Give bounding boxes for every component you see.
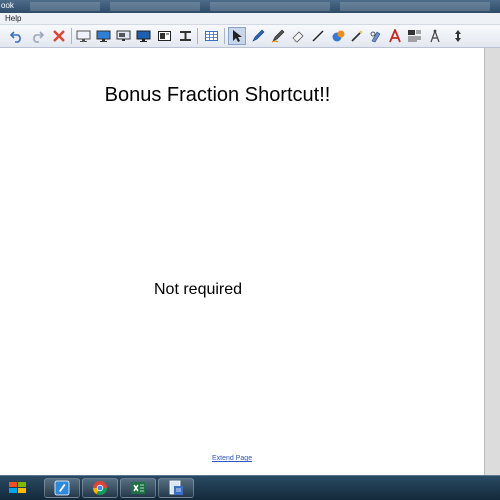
taskbar-item-excel[interactable] [120,478,156,498]
capture-area-button[interactable] [155,27,173,45]
eraser-icon [292,31,304,43]
title-bar: ook [0,0,500,13]
vertical-scrollbar[interactable] [484,48,500,475]
line-icon [312,30,324,42]
screen-capture-toolbar-button[interactable] [176,27,194,45]
select-button[interactable] [228,27,246,45]
capture-screen-button[interactable] [114,27,132,45]
undo-icon [10,31,21,43]
capture-window-icon [136,30,150,42]
text-button[interactable] [386,27,404,45]
more-tools-button[interactable] [449,27,467,45]
menu-help[interactable]: Help [5,13,21,24]
toolbar [0,25,500,48]
display-button[interactable] [94,27,112,45]
title-bar-tab[interactable] [340,2,490,11]
measurement-tools-button[interactable] [426,27,444,45]
taskbar-item-chrome[interactable] [82,478,118,498]
redo-button[interactable] [28,27,46,45]
redo-icon [33,31,44,43]
menu-bar: Help [0,13,500,25]
line-button[interactable] [309,27,327,45]
capture-area-icon [157,31,171,41]
table-button[interactable] [202,27,220,45]
pen-button[interactable] [249,27,267,45]
toolbar-separator [224,28,225,44]
undo-button[interactable] [8,27,26,45]
measurement-tools-icon [430,29,440,43]
taskbar [0,475,500,500]
select-arrow-icon [233,30,242,42]
magic-pen-button[interactable] [348,27,366,45]
text-icon [389,29,401,43]
start-icon [9,482,26,493]
shape-recognition-pen-icon [370,31,381,43]
window-title: ook [1,1,14,10]
pen-icon [252,29,265,42]
toolbar-separator [197,28,198,44]
title-bar-tab[interactable] [30,2,100,11]
creative-pen-icon [271,29,285,43]
eraser-button[interactable] [289,27,307,45]
shape-recognition-pen-button[interactable] [367,27,385,45]
screen-shade-icon [76,30,90,42]
capture-screen-icon [116,30,130,41]
page-heading: Bonus Fraction Shortcut!! [104,84,331,106]
whiteboard-page[interactable] [0,48,484,475]
delete-button[interactable] [50,27,68,45]
toolbar-separator [71,28,72,44]
creative-pen-button[interactable] [269,27,287,45]
title-bar-tab[interactable] [110,2,200,11]
more-tools-icon [455,30,461,42]
screen-capture-toolbar-icon [179,31,191,41]
delete-icon [53,30,65,42]
document-app-icon [169,480,183,495]
properties-button[interactable] [405,27,423,45]
taskbar-item-document[interactable] [158,478,194,498]
extend-page-link[interactable]: Extend Page [212,455,252,462]
screen-shade-button[interactable] [74,27,92,45]
note-text: Not required [154,281,243,298]
chrome-icon [93,481,107,495]
capture-window-button[interactable] [134,27,152,45]
excel-icon [131,482,145,494]
fill-button[interactable] [329,27,347,45]
taskbar-item-notebook[interactable] [44,478,80,498]
fill-icon [332,30,345,42]
notebook-app-icon [54,480,70,496]
table-icon [204,31,218,41]
title-bar-tab[interactable] [210,2,330,11]
properties-icon [407,30,421,42]
start-button[interactable] [2,478,36,498]
display-icon [96,30,110,42]
magic-pen-icon [351,30,364,42]
